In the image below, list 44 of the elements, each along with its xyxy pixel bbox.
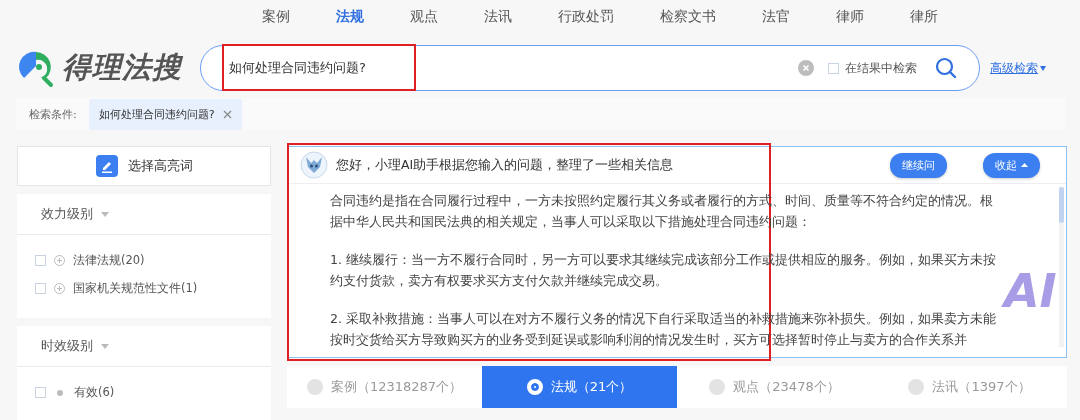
search-field[interactable]: 如何处理合同违约问题? 在结果中检索 (200, 45, 980, 91)
mascot-avatar-icon (300, 151, 328, 179)
nav-tab[interactable]: 法官 (762, 8, 790, 36)
search-icon[interactable] (935, 57, 957, 79)
filter-title[interactable]: 效力级别 (41, 205, 93, 223)
filter-title[interactable]: 时效级别 (41, 337, 93, 355)
filter-option[interactable]: 有效(6) (74, 385, 115, 400)
checkbox[interactable] (35, 255, 46, 266)
plus-circle-icon[interactable] (54, 255, 65, 266)
nav-tab[interactable]: 行政处罚 (558, 8, 614, 36)
nav-tab[interactable]: 法规 (336, 8, 364, 36)
ask-more-button[interactable]: 继续问 (890, 152, 947, 178)
caret-icon (1040, 65, 1046, 71)
nav-tab[interactable]: 观点 (410, 8, 438, 36)
plus-circle-icon[interactable] (54, 283, 65, 294)
search-input[interactable]: 如何处理合同违约问题? (227, 59, 798, 77)
caret-icon[interactable] (101, 211, 109, 217)
filter-option[interactable]: 国家机关规范性文件(1) (73, 281, 198, 296)
nav-tab[interactable]: 法讯 (484, 8, 512, 36)
checkbox-label: 在结果中检索 (845, 59, 917, 77)
advanced-search-link[interactable]: 高级检索 (990, 59, 1038, 77)
nav-tab[interactable]: 检察文书 (660, 8, 716, 36)
nav-tab[interactable]: 律所 (910, 8, 938, 36)
caret-icon[interactable] (101, 343, 109, 349)
checkbox[interactable] (35, 387, 46, 398)
highlight-words-button[interactable]: 选择高亮词 (17, 146, 271, 186)
logo-text: 得理法搜 (62, 49, 182, 86)
checkbox[interactable] (35, 283, 46, 294)
dot-icon (57, 389, 63, 396)
scrollbar-thumb[interactable] (1059, 187, 1064, 223)
caret-icon (1021, 163, 1028, 167)
clear-icon[interactable] (798, 60, 814, 76)
search-tag[interactable]: 如何处理合同违约问题? (88, 98, 242, 130)
result-tab[interactable]: 法规（21个） (482, 366, 677, 408)
nav-tab[interactable]: 律师 (836, 8, 864, 36)
filter-option[interactable]: 法律法规(20) (73, 253, 145, 268)
checkbox[interactable] (828, 62, 839, 74)
pencil-icon (95, 155, 118, 177)
nav-tab[interactable]: 案例 (262, 8, 290, 36)
assistant-greeting: 您好，小理AI助手根据您输入的问题，整理了一些相关信息 (336, 156, 675, 174)
close-icon[interactable] (222, 109, 232, 119)
tag-text: 如何处理合同违约问题? (98, 106, 215, 122)
conditions-label: 检索条件: (29, 106, 77, 122)
collapse-button[interactable]: 收起 (983, 152, 1040, 178)
